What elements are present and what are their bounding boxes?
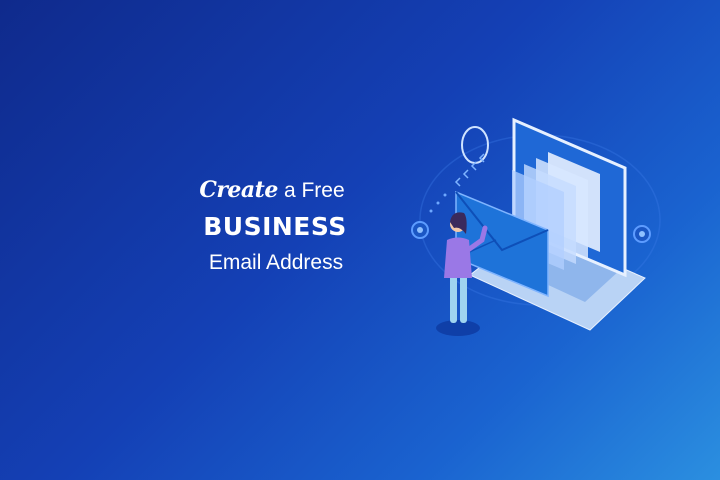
headline-line1-rest: a Free [283,179,345,202]
headline: Create a Free BUSINESS Email Address [190,176,360,278]
headline-email-address: Email Address [208,251,344,274]
hero-banner: Create a Free BUSINESS Email Address [0,0,720,480]
node-left [411,221,429,239]
headline-business: BUSINESS [203,212,347,241]
node-right [633,225,651,243]
email-illustration [411,117,661,336]
headline-script-word: Create [199,177,278,203]
signal-dots [429,193,447,213]
chevron-icon [454,153,485,187]
headline-line1: Create a Free [184,176,360,205]
